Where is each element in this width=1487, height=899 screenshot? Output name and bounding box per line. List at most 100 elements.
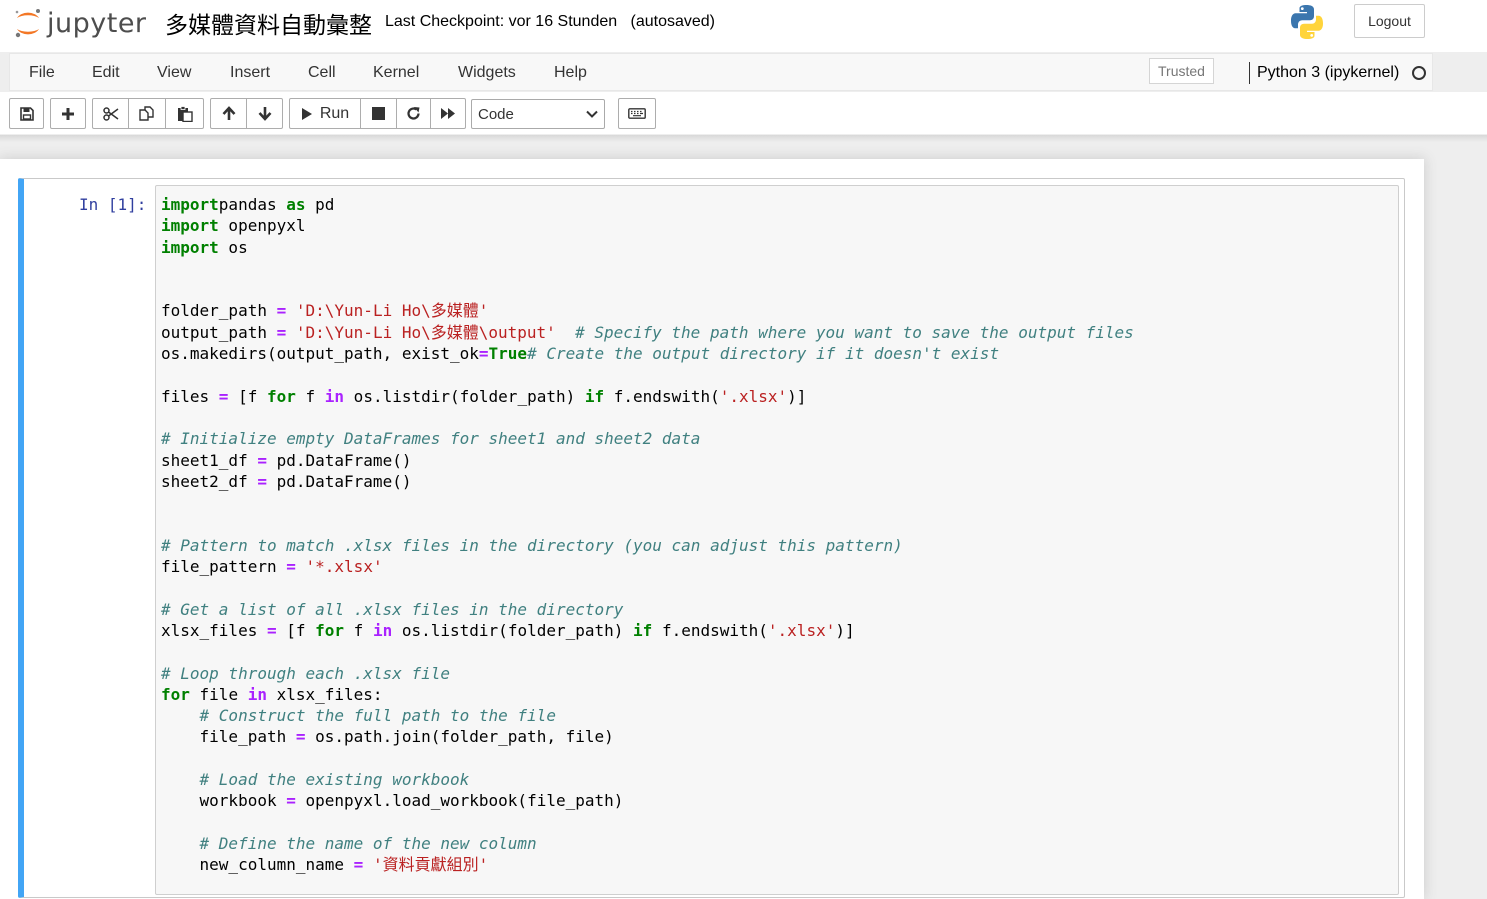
menu-help[interactable]: Help <box>554 64 587 82</box>
code-line: folder_path = 'D:\Yun-Li Ho\多媒體' <box>161 300 1134 321</box>
code-token: openpyxl.load_workbook(file_path) <box>295 791 624 811</box>
move-up-button[interactable] <box>210 98 247 129</box>
code-token: pd <box>305 195 335 214</box>
menu-cell[interactable]: Cell <box>308 64 336 82</box>
save-button[interactable] <box>9 98 44 129</box>
checkpoint-text: Last Checkpoint: vor 16 Stunden <box>385 13 618 30</box>
copy-icon <box>139 106 154 121</box>
code-token: import <box>161 195 219 214</box>
code-token: workbook <box>161 791 287 811</box>
input-prompt: In [1]: <box>79 195 147 214</box>
code-token: f.endswith( <box>604 386 720 406</box>
move-down-button[interactable] <box>246 98 283 129</box>
code-token: 'D:\Yun-Li Ho\多媒體\output' <box>295 322 556 342</box>
toolbar: Run Code <box>0 92 1487 134</box>
paste-button[interactable] <box>165 98 204 129</box>
code-token: for <box>315 620 345 640</box>
code-line: new_column_name = '資料貢獻組別' <box>161 854 1134 875</box>
code-token: '資料貢獻組別' <box>372 855 489 875</box>
code-token: # Create the output directory if it does… <box>527 344 1000 364</box>
interrupt-button[interactable] <box>360 98 397 129</box>
menu-kernel[interactable]: Kernel <box>373 64 419 82</box>
code-token: [f <box>276 620 316 640</box>
code-token: for <box>161 684 190 704</box>
code-token: import <box>161 216 219 236</box>
stop-icon <box>372 107 385 120</box>
code-token: sheet2_df <box>161 471 258 491</box>
code-token: = <box>353 855 364 875</box>
code-token: for <box>266 386 296 406</box>
cut-icon <box>102 106 118 121</box>
code-token: xlsx_files <box>161 620 267 640</box>
plus-icon <box>62 107 74 120</box>
code-token: = <box>286 557 296 577</box>
code-token: xlsx_files: <box>266 684 383 704</box>
logout-button[interactable]: Logout <box>1354 4 1425 38</box>
code-token: if <box>633 620 653 640</box>
jupyter-logo[interactable]: jupyter <box>13 4 147 42</box>
code-line: # Initialize empty DataFrames for sheet1… <box>161 428 1134 449</box>
command-palette-button[interactable] <box>618 98 656 129</box>
insert-cell-button[interactable] <box>50 98 86 129</box>
restart-button[interactable] <box>396 98 431 129</box>
code-token: = <box>218 386 229 406</box>
code-token: = <box>286 791 296 811</box>
notebook-title[interactable]: 多媒體資料自動彙整 <box>165 6 372 40</box>
trusted-indicator[interactable]: Trusted <box>1149 58 1214 84</box>
code-line: # Pattern to match .xlsx files in the di… <box>161 535 1134 556</box>
cell-type-select[interactable]: Code <box>471 99 605 129</box>
code-token: sheet1_df <box>161 450 258 470</box>
menu-insert[interactable]: Insert <box>230 64 270 82</box>
code-line: # Construct the full path to the file <box>161 705 1134 726</box>
save-icon <box>19 106 34 121</box>
code-line: import os <box>161 237 1134 258</box>
menu-edit[interactable]: Edit <box>92 64 120 82</box>
code-token: = <box>266 620 277 640</box>
code-line: file_path = os.path.join(folder_path, fi… <box>161 726 1134 747</box>
code-line: import openpyxl <box>161 215 1134 236</box>
menu-view[interactable]: View <box>157 64 191 82</box>
chevron-down-icon <box>586 110 598 118</box>
cell-type-value: Code <box>478 106 514 123</box>
menu-file[interactable]: File <box>29 64 55 82</box>
code-cell[interactable]: In [1]: importpandas as pd import openpyx… <box>18 178 1405 898</box>
code-token: os.listdir(folder_path) <box>392 620 634 640</box>
cut-button[interactable] <box>92 98 129 129</box>
code-line: # Get a list of all .xlsx files in the d… <box>161 599 1134 620</box>
code-token: = <box>295 727 306 747</box>
code-token: import <box>161 237 219 257</box>
code-line: output_path = 'D:\Yun-Li Ho\多媒體\output' … <box>161 322 1134 343</box>
code-token: output_path <box>161 322 277 342</box>
code-editor[interactable]: importpandas as pd import openpyxl import … <box>155 185 1399 895</box>
copy-button[interactable] <box>128 98 166 129</box>
code-lines: importpandas as pd import openpyxl import … <box>161 194 1134 876</box>
code-token: = <box>257 471 267 491</box>
jupyter-wordmark: jupyter <box>47 7 147 39</box>
arrow-down-icon <box>258 107 271 121</box>
restart-run-all-button[interactable] <box>430 98 466 129</box>
code-token: = <box>478 344 489 364</box>
code-token: file <box>189 684 248 704</box>
kernel-divider <box>1249 62 1250 84</box>
run-button[interactable]: Run <box>289 98 361 129</box>
code-token: = <box>276 301 287 321</box>
code-line: files = [f for f in os.listdir(folder_pa… <box>161 386 1134 407</box>
autosave-status: (autosaved) <box>630 13 716 30</box>
code-token: # Loop through each .xlsx file <box>161 663 450 683</box>
code-token: # Get a list of all .xlsx files in the d… <box>161 599 624 619</box>
code-token: os.path.join(folder_path, file) <box>305 727 614 747</box>
code-token: '.xlsx' <box>719 386 788 406</box>
code-token: [f <box>228 386 267 406</box>
code-line: os.makedirs(output_path, exist_ok=True# … <box>161 343 1134 364</box>
menu-widgets[interactable]: Widgets <box>458 64 516 82</box>
kernel-name[interactable]: Python 3 (ipykernel) <box>1257 64 1399 82</box>
